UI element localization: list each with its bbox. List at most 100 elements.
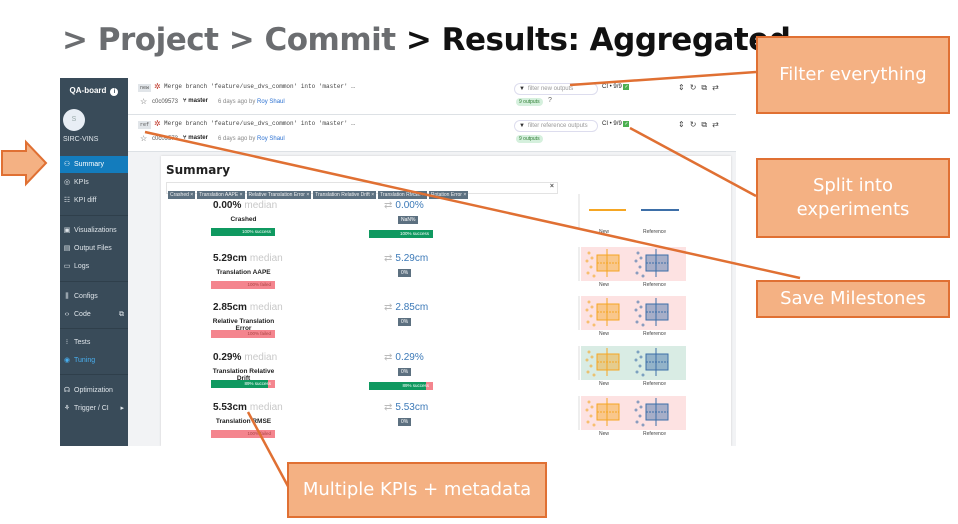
ci-status[interactable]: CI • 9/9 ✓ [602,84,630,90]
breadcrumb-commit: > Commit [218,22,396,58]
data-point [636,400,640,404]
data-point [590,305,594,309]
data-point [634,259,638,263]
commit-message[interactable]: Merge branch 'feature/use_dvs_common' in… [164,120,355,127]
author-link[interactable]: Roy Shaul [257,99,285,105]
kpi-name: Translation AAPE [216,269,271,276]
x-label-reference: Reference [643,431,667,437]
summary-card: Summary Crashed × Translation AAPE × Relat… [161,156,731,446]
metric-tag[interactable]: Translation AAPE × [197,191,245,199]
sidebar-item-tuning[interactable]: ◉ Tuning [60,352,128,369]
filter-new-outputs-input[interactable]: ▼ filter new outputs [514,83,598,95]
compare-icon: ⇄ [384,402,393,413]
gitlab-icon: ✲ [154,82,161,91]
sidebar-item-kpis[interactable]: ◎ KPIs [60,174,128,191]
divider [60,374,128,375]
clear-tags-icon[interactable]: × [550,183,554,190]
kpi-delta-badge: 0% [398,318,412,326]
kpi-boxplot[interactable]: New Reference [561,342,691,390]
swap-icon[interactable]: ⇄ [712,83,724,92]
sidebar-item-label: Summary [74,161,104,168]
data-point [590,355,594,359]
commit-hash[interactable]: c0c09573 [152,99,178,105]
metric-tag[interactable]: Crashed × [168,191,196,199]
metric-tag[interactable]: Relative Translation Error × [246,191,312,199]
console-icon: ▭ [63,263,71,270]
star-icon[interactable]: ☆ [140,134,147,143]
kpi-value: 2.85cm median [213,302,283,313]
image-icon: ▣ [63,227,71,234]
divider [60,281,128,282]
sidebar-item-logs[interactable]: ▭ Logs [60,258,128,275]
sidebar-item-label: KPIs [74,179,89,186]
branch-name[interactable]: ⑂ master [183,135,208,141]
refresh-icon[interactable]: ↻ [690,120,702,129]
kpi-status-bar: 100% success [211,228,275,236]
annotation-filter: Filter everything [756,36,950,114]
sidebar-item-code[interactable]: ‹› Code ⧉ [60,306,128,323]
kpi-boxplot[interactable]: New Reference [561,243,691,291]
metric-tag[interactable]: Translation RMSE × [378,191,427,199]
data-point [585,358,589,362]
info-icon[interactable]: i [110,88,119,96]
sidebar-item-tests[interactable]: ⁝ Tests [60,334,128,351]
commit-hash[interactable]: c0c09573 [152,136,178,142]
sidebar-item-visualizations[interactable]: ▣ Visualizations [60,222,128,239]
kpi-reference-value: ⇄ 0.00% [384,200,424,211]
kpis-icon: ◎ [63,179,71,186]
sidebar-item-configs[interactable]: ⫼ Configs [60,288,128,305]
metric-tag[interactable]: Rotation Error × [428,191,469,199]
sidebar-item-output-files[interactable]: ▤ Output Files [60,240,128,257]
x-label-reference: Reference [643,229,667,235]
data-point [592,423,596,427]
data-point [589,414,593,418]
star-icon[interactable]: ☆ [140,97,147,106]
outputs-count: 9 outputs [516,135,543,143]
commit-message[interactable]: Merge branch 'feature/use_dvs_common' in… [164,83,355,90]
kpi-boxplot[interactable]: New Reference [561,190,691,238]
ci-status[interactable]: CI • 9/9 ✓ [602,121,630,127]
metric-tag[interactable]: Translation Relative Drift × [313,191,377,199]
data-point [586,420,590,424]
refresh-icon[interactable]: ↻ [690,83,702,92]
filter-reference-outputs-input[interactable]: ▼ filter reference outputs [514,120,598,132]
help-icon[interactable]: ? [548,97,552,104]
external-link-icon[interactable]: ⧉ [119,306,124,323]
data-point [590,405,594,409]
data-point [586,271,590,275]
sidebar-item-summary[interactable]: ⚇ Summary [60,156,128,173]
swap-icon[interactable]: ⇄ [712,120,724,129]
copy-icon[interactable]: ⧉ [701,83,712,92]
data-point [585,308,589,312]
sidebar-item-trigger-ci[interactable]: ⚘ Trigger / CI ▸ [60,400,128,417]
avatar[interactable]: S [63,109,85,131]
experiment-tag: new [138,84,152,92]
data-point [589,314,593,318]
metric-tag-input[interactable]: Crashed × Translation AAPE × Relative Tran… [166,182,558,199]
sidebar-item-optimization[interactable]: ☊ Optimization [60,382,128,399]
sidebar-item-kpi-diff[interactable]: ☷ KPI diff [60,192,128,209]
kpi-boxplot[interactable]: New Reference [561,292,691,340]
sort-icon[interactable]: ⇕ [678,83,690,92]
data-point [638,414,642,418]
kpi-boxplot[interactable]: New Reference [561,392,691,440]
kpi-reference-value: ⇄ 5.29cm [384,253,429,264]
copy-icon[interactable]: ⧉ [701,120,712,129]
breadcrumb-results: > Results: Aggregated [395,22,791,58]
data-point [634,358,638,362]
sidebar-item-label: KPI diff [74,197,97,204]
x-label-reference: Reference [643,331,667,337]
data-point [634,308,638,312]
project-name: SIRC-VINS [63,136,99,143]
code-icon: ‹› [64,311,70,318]
data-point [635,271,639,275]
kpi-value: 5.29cm median [213,253,283,264]
branch-name[interactable]: ⑂ master [183,98,208,104]
sidebar-item-label: Tuning [74,357,96,364]
kpi-status-bar: 89% success [211,380,275,388]
summary-icon: ⚇ [63,161,71,168]
x-label-new: New [599,381,610,387]
author-link[interactable]: Roy Shaul [257,136,285,142]
optimization-icon: ☊ [63,387,71,394]
sort-icon[interactable]: ⇕ [678,120,690,129]
